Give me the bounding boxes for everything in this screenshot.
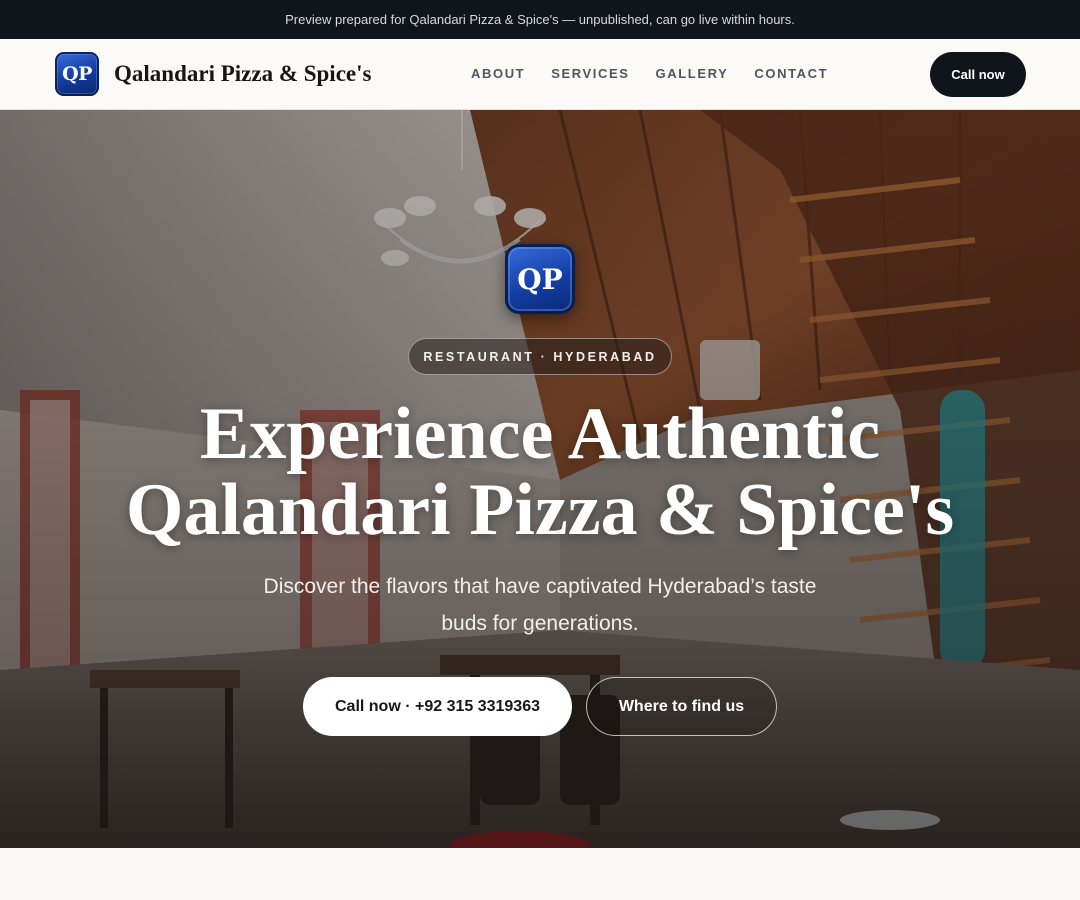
hero-subtitle: Discover the flavors that have captivate… xyxy=(263,575,817,635)
nav-link-contact[interactable]: CONTACT xyxy=(754,66,828,81)
hero-logo: QP xyxy=(505,244,575,314)
brand-logo[interactable]: QP xyxy=(55,52,99,96)
nav-links: ABOUT SERVICES GALLERY CONTACT xyxy=(471,66,828,81)
hero-title-line-2: Qalandari Pizza & Spice's xyxy=(125,469,955,551)
nav-link-about[interactable]: ABOUT xyxy=(471,66,525,81)
hero-title: Experience Authentic Qalandari Pizza & S… xyxy=(90,396,990,548)
nav-link-gallery[interactable]: GALLERY xyxy=(656,66,729,81)
call-phone-button[interactable]: Call now · +92 315 3319363 xyxy=(303,677,572,736)
hero-title-line-1: Experience Authentic xyxy=(199,393,881,475)
top-navigation: QP Qalandari Pizza & Spice's ABOUT SERVI… xyxy=(0,39,1080,110)
next-section xyxy=(0,848,1080,900)
call-now-button[interactable]: Call now xyxy=(930,52,1026,97)
nav-link-services[interactable]: SERVICES xyxy=(551,66,629,81)
hero-section: QP RESTAURANT · HYDERABAD Experience Aut… xyxy=(0,110,1080,848)
category-badge: RESTAURANT · HYDERABAD xyxy=(408,338,672,375)
brand-name[interactable]: Qalandari Pizza & Spice's xyxy=(114,61,371,87)
where-to-find-us-button[interactable]: Where to find us xyxy=(586,677,777,736)
preview-banner: Preview prepared for Qalandari Pizza & S… xyxy=(0,0,1080,39)
preview-banner-text: Preview prepared for Qalandari Pizza & S… xyxy=(285,12,795,27)
